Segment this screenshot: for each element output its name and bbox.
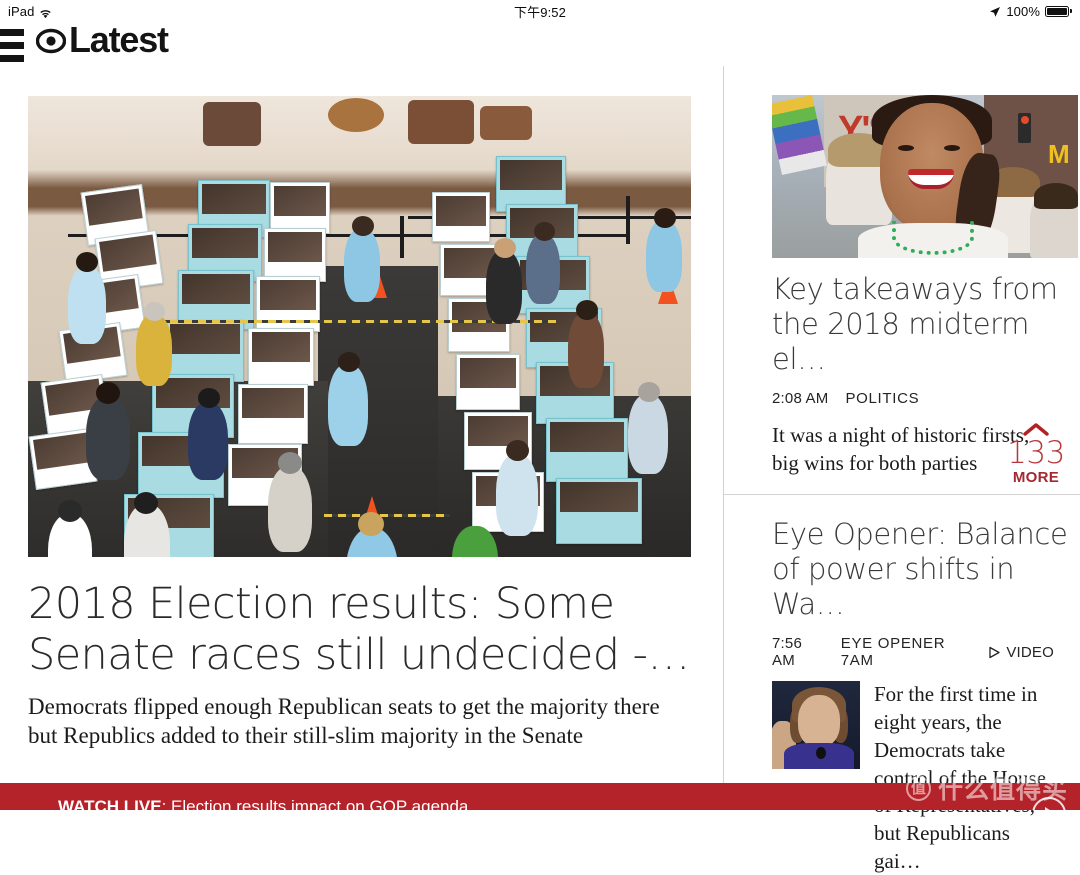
video-badge[interactable]: VIDEO bbox=[988, 644, 1054, 661]
watch-live-separator: : bbox=[161, 797, 172, 810]
watch-live-text: WATCH LIVE: Election results impact on G… bbox=[58, 798, 468, 810]
status-bar-clock: 下午9:52 bbox=[514, 4, 566, 20]
sidebar-article-2-thumbnail[interactable] bbox=[772, 681, 860, 770]
cbs-eye-icon bbox=[35, 26, 67, 56]
sidebar-article-2-time: 7:56 AM bbox=[772, 635, 802, 670]
sidebar-article-2-dek: For the first time in eight years, the D… bbox=[874, 682, 1047, 873]
video-label: VIDEO bbox=[1006, 643, 1054, 661]
sidebar-article-1-time: 2:08 AM bbox=[772, 390, 829, 408]
app-header: Latest bbox=[0, 22, 1080, 66]
sidebar-article-2-meta: 7:56 AM EYE OPENER 7AM VIDEO bbox=[772, 635, 1054, 669]
hamburger-menu-icon[interactable] bbox=[0, 26, 26, 64]
location-arrow-icon bbox=[989, 6, 1001, 18]
watch-live-kicker: WATCH LIVE bbox=[58, 797, 162, 810]
watch-live-headline: Election results impact on GOP agenda bbox=[171, 797, 469, 810]
sidebar-article-2-body: For the first time in eight years, the D… bbox=[772, 681, 1054, 875]
sidebar-article-2-title[interactable]: Eye Opener: Balance of power shifts in W… bbox=[772, 517, 1080, 621]
sidebar-article-2[interactable]: Eye Opener: Balance of power shifts in W… bbox=[724, 495, 1080, 873]
lead-article-image[interactable] bbox=[28, 96, 691, 557]
lead-article[interactable]: 2018 Election results: Some Senate races… bbox=[28, 96, 691, 751]
brand-title: Latest bbox=[69, 19, 169, 60]
sidebar-article-1-meta: 2:08 AM POLITICS bbox=[772, 390, 1054, 407]
sidebar-article-1-title[interactable]: Key takeaways from the 2018 midterm el… bbox=[772, 272, 1072, 376]
sidebar-article-1[interactable]: Y'S M Key takeaways from the 2018 midter… bbox=[724, 66, 1080, 494]
battery-percent-label: 100% bbox=[1006, 3, 1040, 19]
sidebar: Y'S M Key takeaways from the 2018 midter… bbox=[724, 66, 1080, 873]
play-triangle-icon bbox=[988, 646, 1000, 659]
more-stories-label: MORE bbox=[1012, 469, 1060, 486]
lead-article-dek: Democrats flipped enough Republican seat… bbox=[28, 694, 660, 749]
brand-logo[interactable]: Latest bbox=[35, 19, 169, 60]
play-circle-icon[interactable] bbox=[1032, 797, 1066, 810]
sidebar-article-1-image[interactable]: Y'S M bbox=[772, 95, 1078, 258]
chevron-up-icon bbox=[1006, 422, 1066, 436]
sidebar-article-1-category[interactable]: POLITICS bbox=[845, 390, 919, 407]
battery-full-icon bbox=[1045, 5, 1072, 17]
more-stories-badge[interactable]: 133 MORE bbox=[1006, 422, 1066, 486]
watch-live-bar[interactable]: WATCH LIVE: Election results impact on G… bbox=[0, 783, 1080, 810]
more-stories-count: 133 bbox=[1007, 435, 1065, 471]
lead-article-title[interactable]: 2018 Election results: Some Senate races… bbox=[28, 579, 691, 680]
status-bar-right: 100% bbox=[989, 4, 1072, 19]
sidebar-article-2-category[interactable]: EYE OPENER 7AM bbox=[841, 635, 972, 669]
